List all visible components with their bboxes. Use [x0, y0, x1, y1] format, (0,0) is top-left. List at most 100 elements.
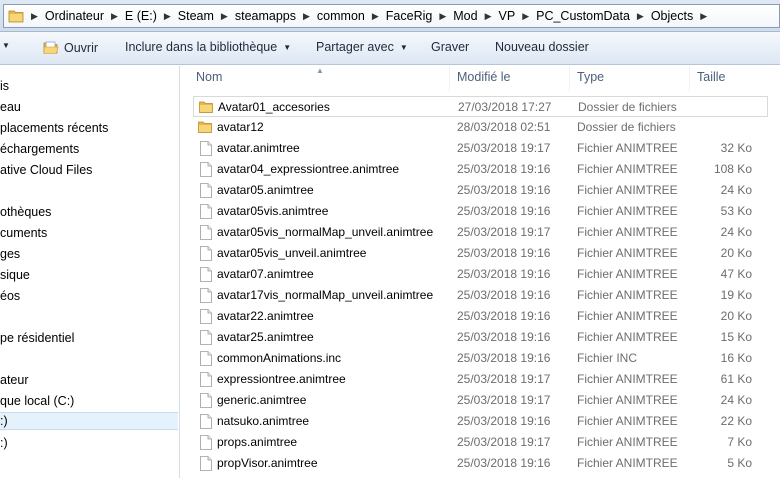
file-type: Fichier ANIMTREE: [577, 162, 678, 176]
breadcrumb-item[interactable]: ▶ PC_CustomData: [517, 5, 632, 27]
nav-item[interactable]: is: [0, 77, 9, 95]
breadcrumb-item[interactable]: ▶ Ordinateur: [26, 5, 106, 27]
folder-row[interactable]: Avatar01_accesories 27/03/2018 17:27 Dossi…: [193, 96, 768, 117]
file-icon: [200, 162, 214, 178]
file-modified: 25/03/2018 19:16: [457, 351, 551, 365]
nav-item[interactable]: échargements: [0, 140, 79, 158]
file-row[interactable]: avatar05vis.animtree 25/03/2018 19:16 Fich…: [193, 201, 768, 222]
share-with-button[interactable]: Partager avec ▼: [316, 40, 408, 54]
chevron-right-icon[interactable]: ▶: [434, 5, 451, 27]
file-size: 24 Ko: [720, 183, 752, 197]
file-type: Fichier ANIMTREE: [577, 141, 678, 155]
file-row[interactable]: avatar05vis_unveil.animtree 25/03/2018 19…: [193, 243, 768, 264]
file-row[interactable]: avatar.animtree 25/03/2018 19:17 Fichier A…: [193, 138, 768, 159]
file-name: avatar05vis_normalMap_unveil.animtree: [217, 225, 434, 239]
nav-item[interactable]: que local (C:): [0, 392, 74, 410]
nav-item[interactable]: ateur: [0, 371, 29, 389]
file-type: Fichier ANIMTREE: [577, 183, 678, 197]
breadcrumb-item[interactable]: ▶ VP: [480, 5, 518, 27]
file-row[interactable]: generic.animtree 25/03/2018 19:17 Fichier …: [193, 390, 768, 411]
file-name: avatar.animtree: [217, 141, 300, 155]
nav-item[interactable]: pe résidentiel: [0, 329, 74, 347]
file-name: expressiontree.animtree: [217, 372, 346, 386]
file-row[interactable]: expressiontree.animtree 25/03/2018 19:17 F…: [193, 369, 768, 390]
column-header-name[interactable]: Nom: [196, 66, 222, 91]
file-row[interactable]: avatar25.animtree 25/03/2018 19:16 Fichier…: [193, 327, 768, 348]
file-row[interactable]: propVisor.animtree 25/03/2018 19:16 Fichie…: [193, 453, 768, 474]
chevron-right-icon[interactable]: ▶: [216, 5, 233, 27]
file-row[interactable]: avatar07.animtree 25/03/2018 19:16 Fichier…: [193, 264, 768, 285]
file-icon: [200, 393, 214, 409]
nav-item-selected[interactable]: :): [0, 412, 178, 430]
breadcrumb-item[interactable]: ▶ Steam: [159, 5, 216, 27]
breadcrumb-item[interactable]: ▶ FaceRig: [367, 5, 434, 27]
nav-item[interactable]: éos: [0, 287, 20, 305]
file-icon: [200, 309, 214, 325]
nav-item[interactable]: sique: [0, 266, 30, 284]
breadcrumb-item[interactable]: ▶ E (E:): [106, 5, 159, 27]
file-row[interactable]: avatar05vis_normalMap_unveil.animtree 25/…: [193, 222, 768, 243]
file-row[interactable]: avatar22.animtree 25/03/2018 19:16 Fichier…: [193, 306, 768, 327]
new-folder-button[interactable]: Nouveau dossier: [495, 40, 589, 54]
file-name: avatar12: [217, 120, 264, 134]
open-button[interactable]: Ouvrir: [43, 40, 98, 55]
file-row[interactable]: avatar17vis_normalMap_unveil.animtree 25/…: [193, 285, 768, 306]
nav-item[interactable]: othèques: [0, 203, 51, 221]
file-row[interactable]: avatar04_expressiontree.animtree 25/03/20…: [193, 159, 768, 180]
chevron-right-icon[interactable]: ▶: [159, 5, 176, 27]
file-type: Fichier ANIMTREE: [577, 330, 678, 344]
chevron-right-icon[interactable]: ▶: [298, 5, 315, 27]
file-row[interactable]: commonAnimations.inc 25/03/2018 19:16 Fich…: [193, 348, 768, 369]
nav-item[interactable]: ges: [0, 245, 20, 263]
file-type: Fichier ANIMTREE: [577, 414, 678, 428]
file-size: 7 Ko: [727, 435, 752, 449]
nav-item[interactable]: eau: [0, 98, 21, 116]
include-library-button[interactable]: Inclure dans la bibliothèque ▼: [125, 40, 291, 54]
breadcrumb-item[interactable]: ▶ Mod: [434, 5, 479, 27]
breadcrumb-item[interactable]: ▶ common: [298, 5, 367, 27]
file-size: 16 Ko: [720, 351, 752, 365]
breadcrumb-item[interactable]: ▶: [695, 5, 712, 27]
file-size: 61 Ko: [720, 372, 752, 386]
file-modified: 25/03/2018 19:16: [457, 162, 551, 176]
file-row[interactable]: props.animtree 25/03/2018 19:17 Fichier AN…: [193, 432, 768, 453]
nav-item[interactable]: ative Cloud Files: [0, 161, 92, 179]
breadcrumb-item[interactable]: ▶ Objects: [632, 5, 695, 27]
burn-button[interactable]: Graver: [431, 40, 469, 54]
file-name: avatar25.animtree: [217, 330, 314, 344]
column-divider[interactable]: [569, 66, 570, 91]
folder-row[interactable]: avatar12 28/03/2018 02:51 Dossier de fichi…: [193, 117, 768, 138]
chevron-right-icon[interactable]: ▶: [517, 5, 534, 27]
nav-item[interactable]: cuments: [0, 224, 47, 242]
file-name: generic.animtree: [217, 393, 307, 407]
file-name: propVisor.animtree: [217, 456, 318, 470]
chevron-right-icon[interactable]: ▶: [26, 5, 43, 27]
file-name: avatar07.animtree: [217, 267, 314, 281]
column-divider[interactable]: [449, 66, 450, 91]
chevron-down-icon[interactable]: ▼: [2, 41, 10, 50]
chevron-right-icon[interactable]: ▶: [695, 5, 712, 27]
file-size: 5 Ko: [727, 456, 752, 470]
organize-dropdown-arrow[interactable]: ▼: [2, 41, 10, 50]
chevron-right-icon[interactable]: ▶: [632, 5, 649, 27]
file-name: avatar17vis_normalMap_unveil.animtree: [217, 288, 434, 302]
file-modified: 25/03/2018 19:17: [457, 225, 551, 239]
file-row[interactable]: natsuko.animtree 25/03/2018 19:16 Fichier …: [193, 411, 768, 432]
file-icon: [200, 372, 214, 388]
file-modified: 25/03/2018 19:16: [457, 204, 551, 218]
column-header-type[interactable]: Type: [577, 66, 604, 91]
column-divider[interactable]: [689, 66, 690, 91]
file-type: Fichier ANIMTREE: [577, 372, 678, 386]
nav-item[interactable]: placements récents: [0, 119, 108, 137]
chevron-right-icon[interactable]: ▶: [480, 5, 497, 27]
file-type: Fichier ANIMTREE: [577, 267, 678, 281]
column-header-modified[interactable]: Modifié le: [457, 66, 511, 91]
file-row[interactable]: avatar05.animtree 25/03/2018 19:16 Fichier…: [193, 180, 768, 201]
nav-item[interactable]: :): [0, 434, 8, 452]
chevron-right-icon[interactable]: ▶: [367, 5, 384, 27]
breadcrumb-item[interactable]: ▶ steamapps: [216, 5, 298, 27]
file-icon: [200, 246, 214, 262]
column-header-size[interactable]: Taille: [697, 66, 726, 91]
chevron-right-icon[interactable]: ▶: [106, 5, 123, 27]
breadcrumb[interactable]: ▶ Ordinateur ▶ E (E:) ▶ Steam ▶ steamapps ▶ c…: [3, 4, 780, 28]
